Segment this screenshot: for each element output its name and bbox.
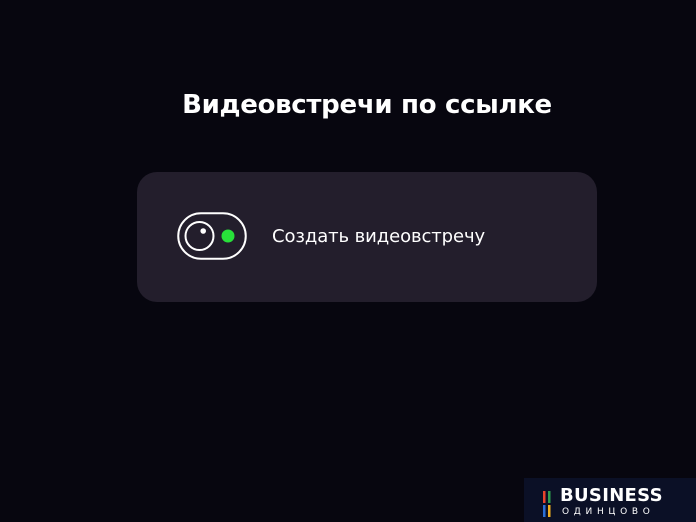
create-meeting-label: Создать видеовстречу bbox=[272, 226, 486, 247]
create-meeting-button[interactable]: Создать видеовстречу bbox=[137, 172, 597, 302]
page-title: Видеовстречи по ссылке bbox=[182, 90, 552, 120]
video-camera-icon bbox=[177, 212, 247, 260]
business-odintsovo-watermark: BUSINESS ОДИНЦОВО bbox=[524, 478, 696, 522]
watermark-subtitle: ОДИНЦОВО bbox=[562, 507, 655, 517]
logo-bars-icon bbox=[543, 491, 551, 517]
watermark-title: BUSINESS bbox=[560, 485, 663, 506]
